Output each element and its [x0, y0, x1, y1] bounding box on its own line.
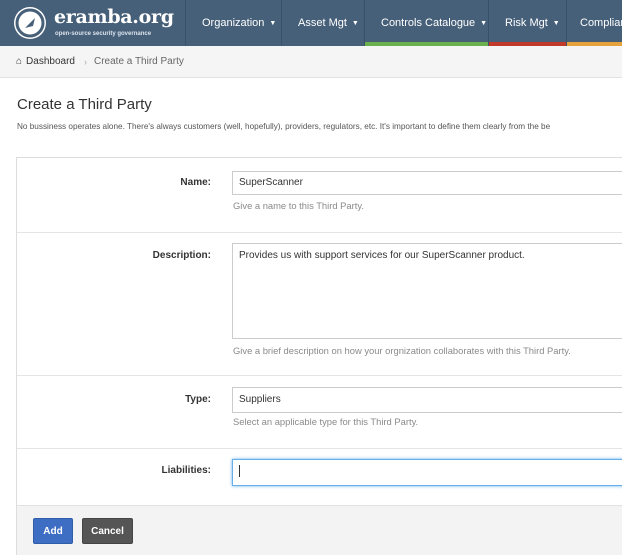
- caret-down-icon: ▼: [480, 20, 488, 27]
- breadcrumb-current: Create a Third Party: [94, 56, 184, 67]
- type-hint: Select an applicable type for this Third…: [233, 416, 419, 427]
- breadcrumb: ⌂ Dashboard › Create a Third Party: [0, 46, 622, 78]
- nav-risk-mgt-label: Risk Mgt: [505, 17, 548, 29]
- form-actions: Add Cancel: [17, 505, 622, 555]
- nav-asset-mgt[interactable]: Asset Mgt ▼: [281, 0, 364, 46]
- breadcrumb-home-label: Dashboard: [26, 56, 75, 67]
- nav-controls-catalogue-label: Controls Catalogue: [381, 17, 476, 29]
- nav-compliance[interactable]: Complian: [566, 0, 622, 46]
- cancel-button[interactable]: Cancel: [82, 518, 133, 544]
- liabilities-input[interactable]: [232, 459, 622, 486]
- form-row-name: Name: SuperScanner Give a name to this T…: [17, 158, 622, 233]
- description-textarea[interactable]: Provides us with support services for ou…: [232, 243, 622, 339]
- form-row-description: Description: Provides us with support se…: [17, 233, 622, 376]
- type-label: Type:: [185, 394, 211, 405]
- form-row-type: Type: Suppliers Select an applicable typ…: [17, 376, 622, 449]
- name-input[interactable]: SuperScanner: [232, 171, 622, 195]
- nav-risk-mgt[interactable]: Risk Mgt ▼: [488, 0, 566, 46]
- top-navbar: eramba.org open-source security governan…: [0, 0, 622, 46]
- name-label: Name:: [180, 177, 211, 188]
- breadcrumb-home-link[interactable]: ⌂ Dashboard: [16, 46, 75, 78]
- page-description: No bussiness operates alone. There's alw…: [17, 122, 551, 131]
- form-row-liabilities: Liabilities:: [17, 449, 622, 505]
- description-hint: Give a brief description on how your org…: [233, 345, 571, 356]
- caret-down-icon: ▼: [552, 20, 560, 27]
- page-title: Create a Third Party: [17, 96, 152, 113]
- brand-tagline: open-source security governance: [55, 31, 152, 37]
- caret-down-icon: ▼: [269, 20, 277, 27]
- liabilities-label: Liabilities:: [161, 465, 211, 476]
- breadcrumb-separator-icon: ›: [84, 57, 87, 67]
- nav-asset-mgt-label: Asset Mgt: [298, 17, 347, 29]
- brand-name: eramba.org: [54, 6, 174, 28]
- name-hint: Give a name to this Third Party.: [233, 200, 364, 211]
- text-cursor-icon: [239, 465, 240, 477]
- nav-organization-label: Organization: [202, 17, 265, 29]
- caret-down-icon: ▼: [351, 20, 359, 27]
- home-icon: ⌂: [16, 56, 23, 67]
- type-select[interactable]: Suppliers: [232, 387, 622, 413]
- nav-compliance-label: Complian: [580, 17, 622, 29]
- description-label: Description:: [152, 250, 211, 261]
- add-button[interactable]: Add: [33, 518, 73, 544]
- nav-organization[interactable]: Organization ▼: [185, 0, 281, 46]
- eramba-logo-icon: [14, 7, 46, 39]
- nav-controls-catalogue[interactable]: Controls Catalogue ▼: [364, 0, 488, 46]
- third-party-form: Name: SuperScanner Give a name to this T…: [16, 157, 622, 555]
